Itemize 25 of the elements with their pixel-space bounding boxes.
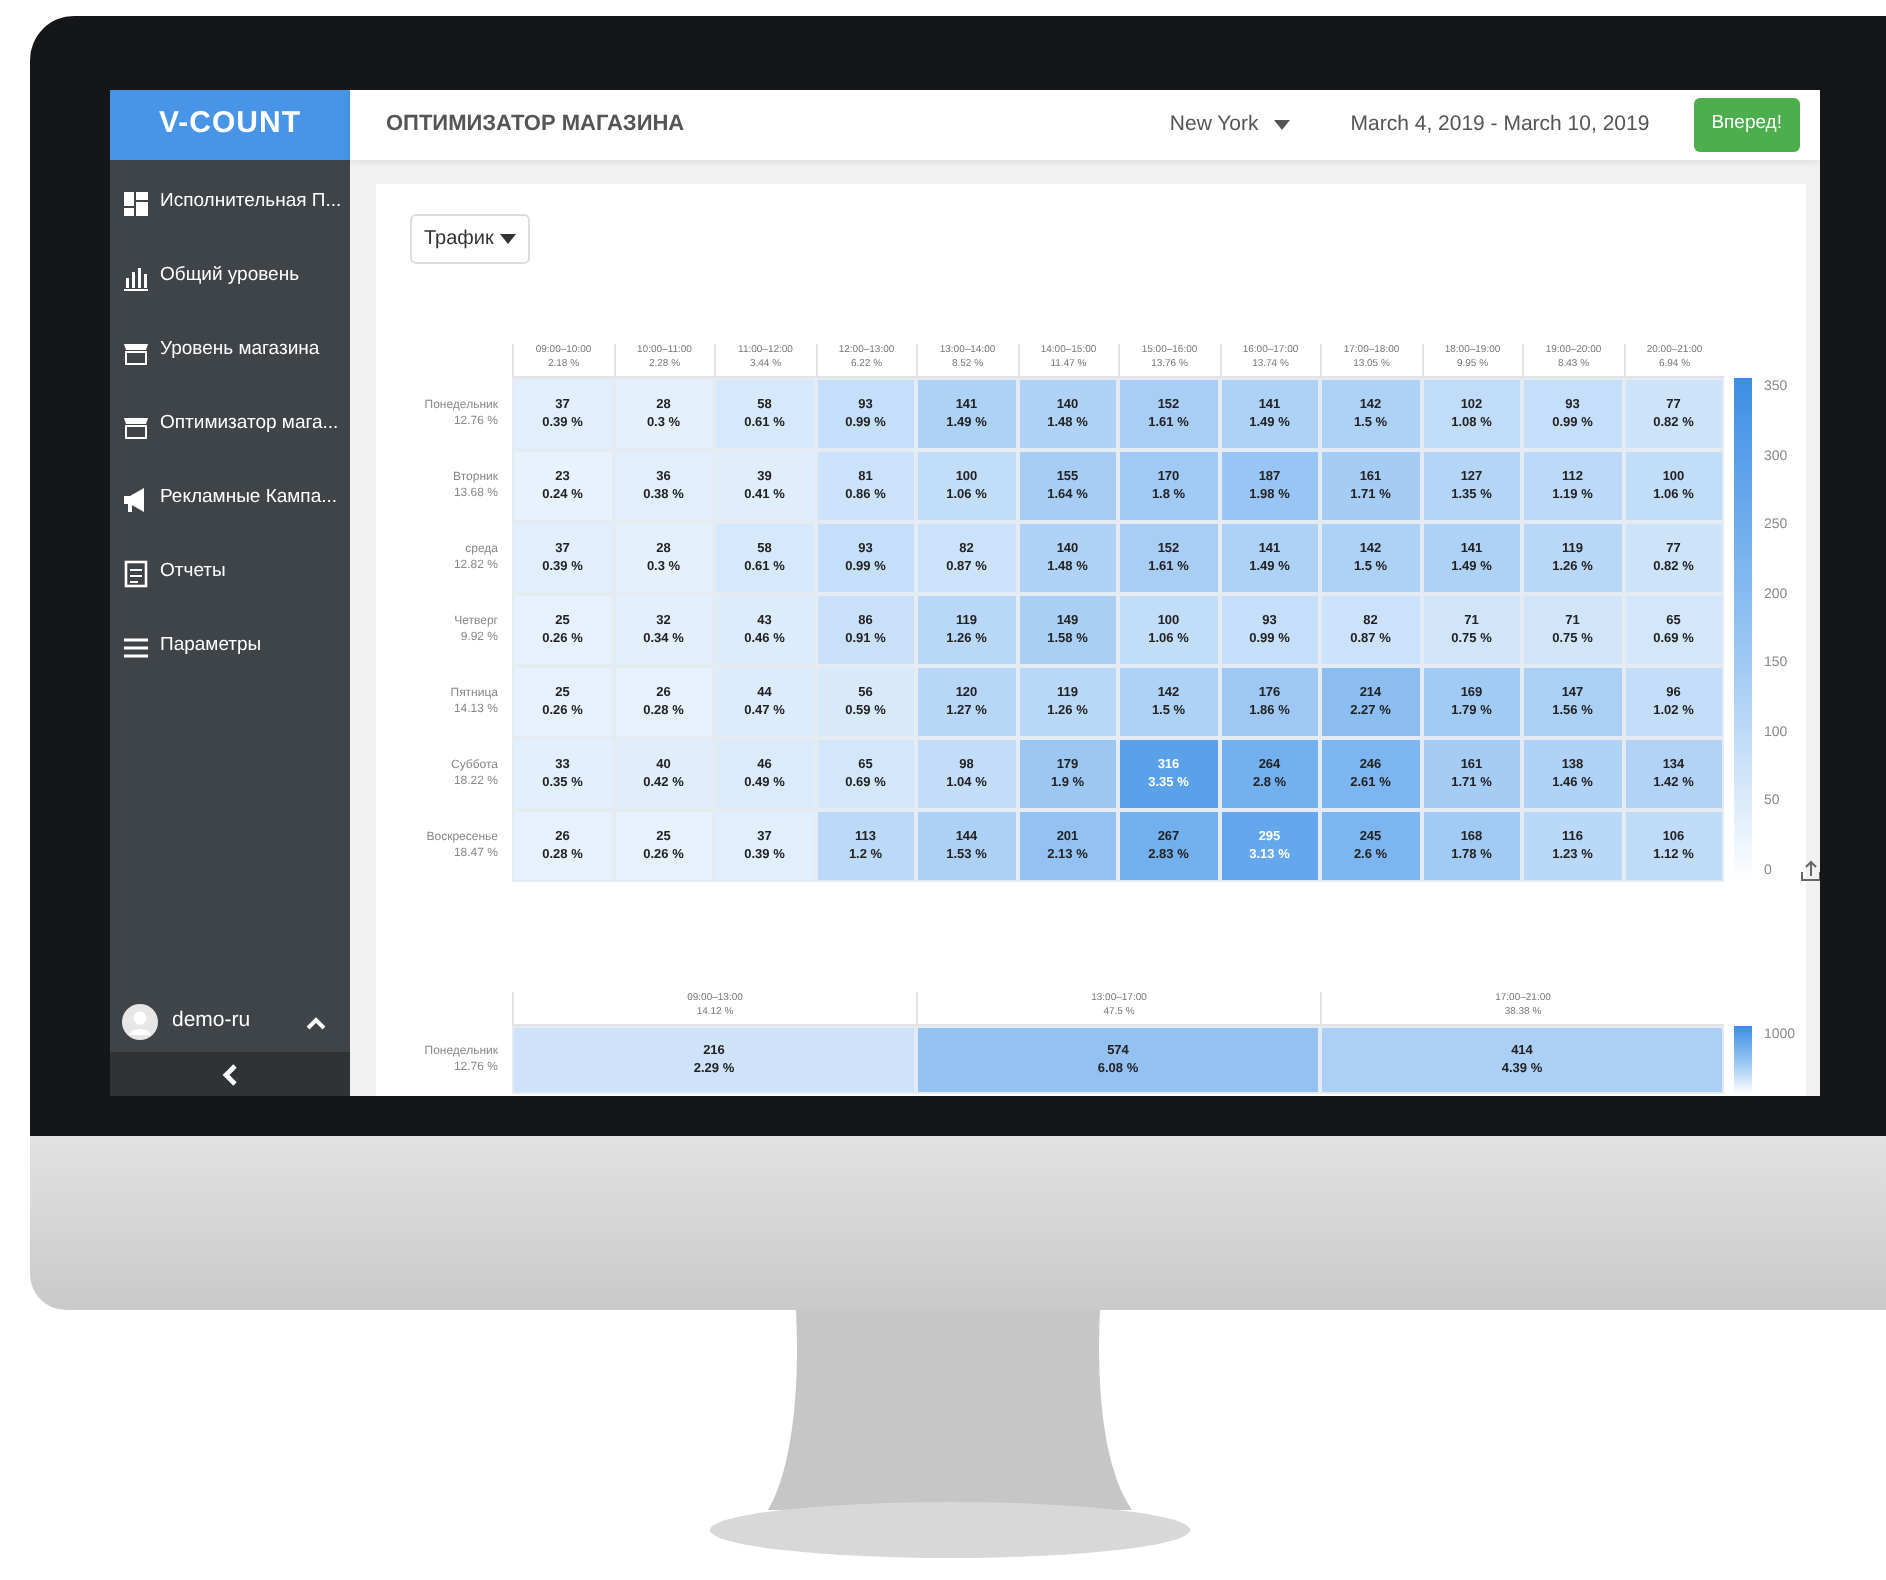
sidebar-item[interactable]: Рекламные Кампа...: [110, 462, 350, 536]
sidebar-item[interactable]: Параметры: [110, 610, 350, 684]
bar-chart-icon: [122, 263, 150, 291]
sidebar-item[interactable]: Исполнительная П...: [110, 166, 350, 240]
date-range[interactable]: March 4, 2019 - March 10, 2019: [1350, 109, 1650, 141]
color-scale-bar: [1734, 1026, 1752, 1094]
sidebar-item[interactable]: Уровень магазина: [110, 314, 350, 388]
sidebar-item[interactable]: Оптимизатор мага...: [110, 388, 350, 462]
sidebar-item[interactable]: Общий уровень: [110, 240, 350, 314]
location-dropdown[interactable]: New York: [1169, 109, 1259, 141]
chevron-left-icon[interactable]: [222, 1063, 238, 1085]
export-icon[interactable]: [1799, 860, 1820, 882]
chevron-up-icon[interactable]: [306, 1015, 326, 1029]
user-name: demo-ru: [172, 1006, 251, 1037]
logo: V-COUNT: [110, 90, 350, 160]
avatar-icon: [122, 1004, 158, 1040]
page-title: ОПТИМИЗАТОР МАГАЗИНА: [386, 110, 685, 141]
menu-icon: [122, 633, 150, 661]
caret-icon: [499, 234, 516, 244]
sidebar-item[interactable]: Отчеты: [110, 536, 350, 610]
report-icon: [122, 559, 150, 587]
dashboard-icon: [122, 189, 150, 217]
caret-icon[interactable]: [1274, 120, 1291, 130]
megaphone-icon: [122, 485, 150, 513]
traffic-dropdown[interactable]: Трафик: [410, 214, 530, 264]
